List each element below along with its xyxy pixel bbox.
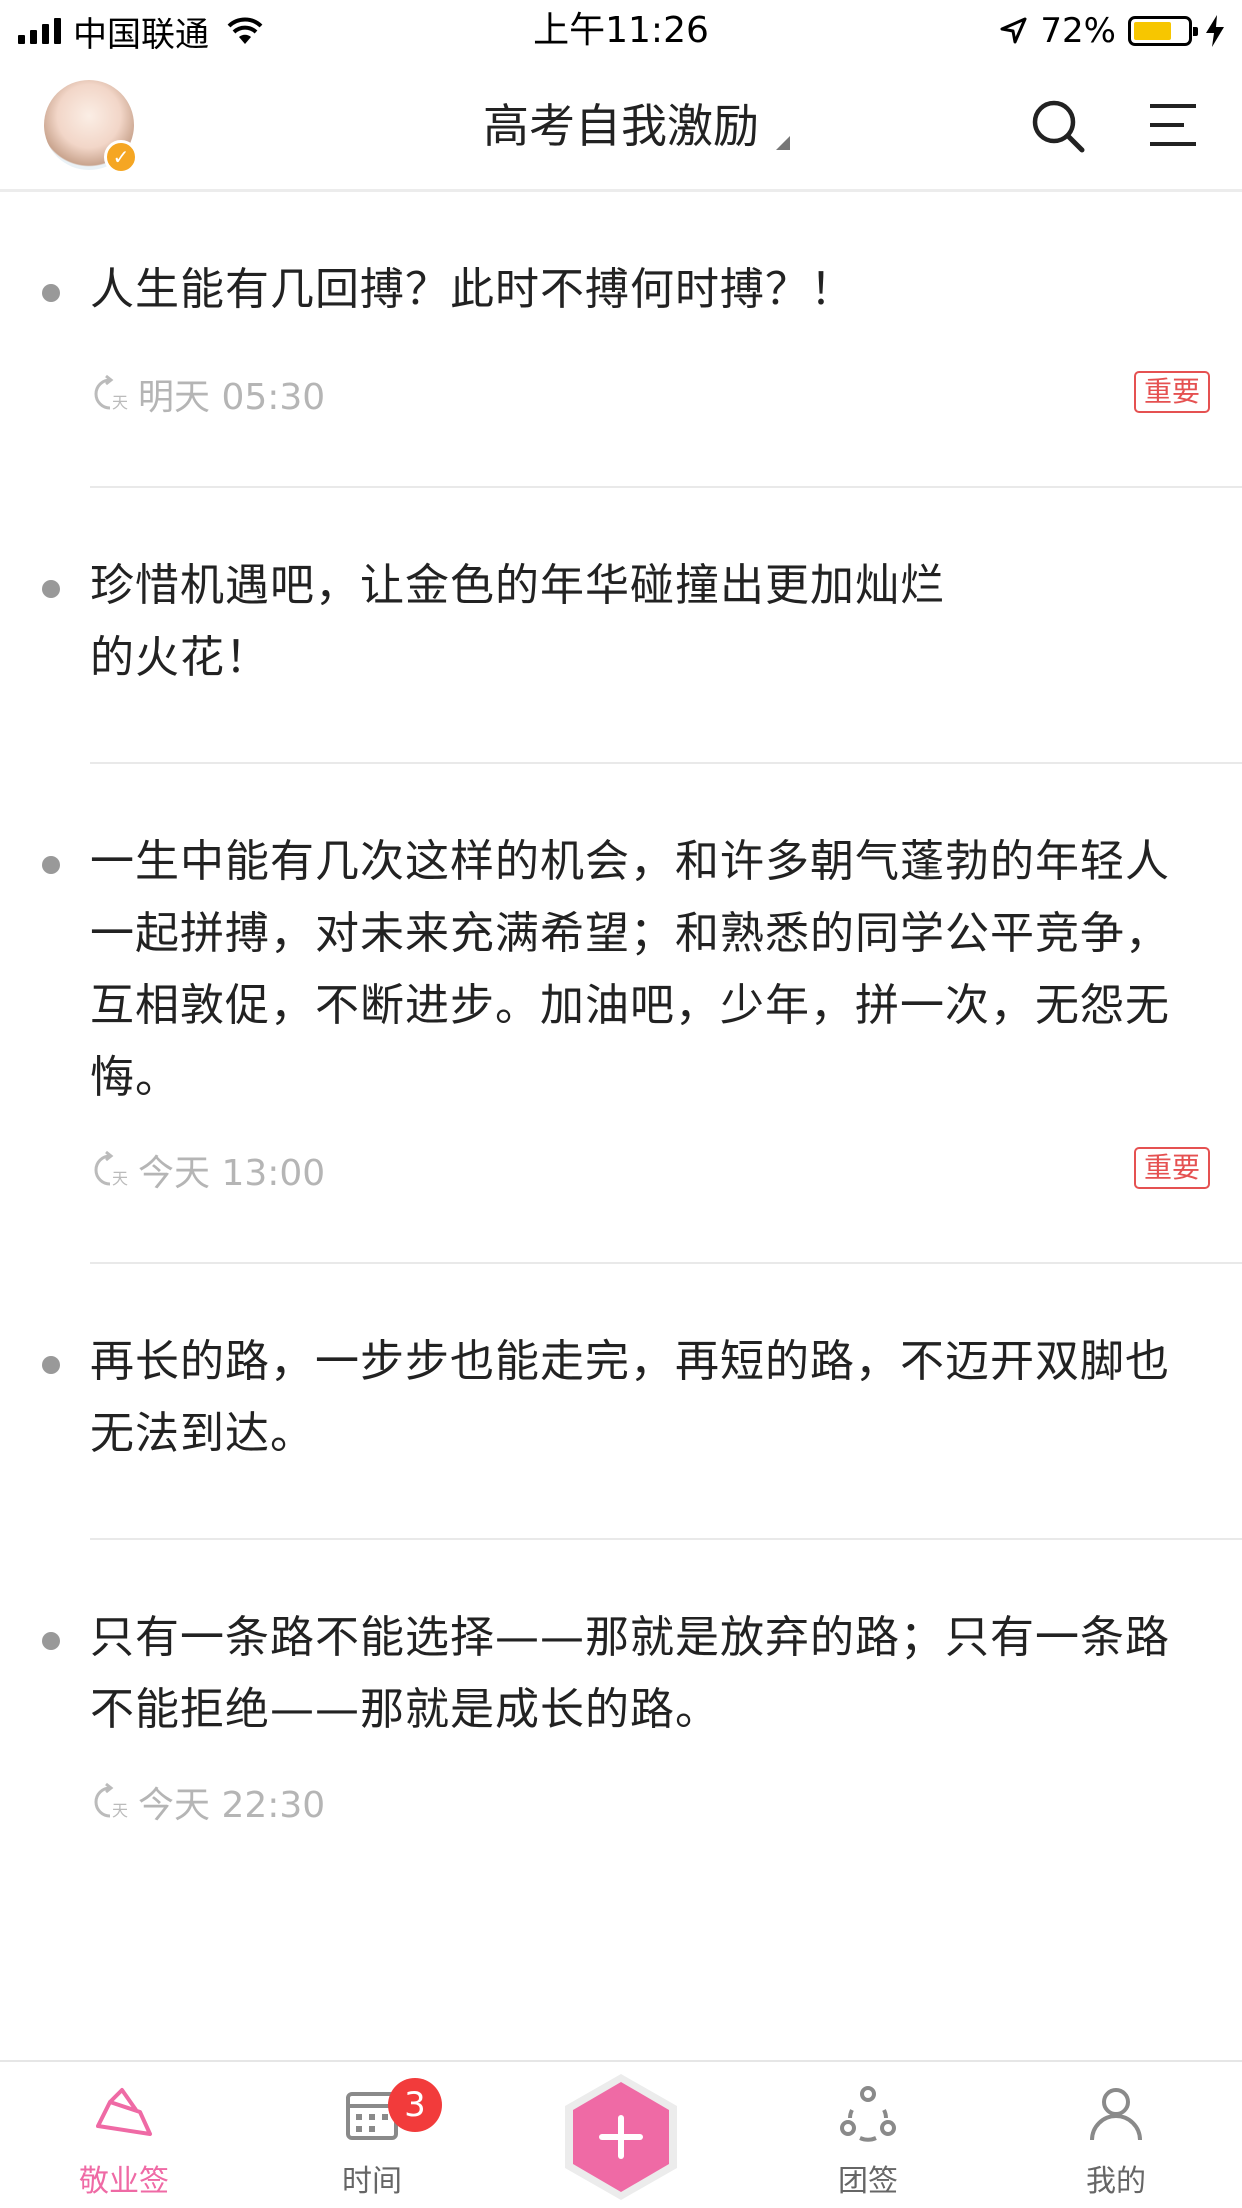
divider <box>90 1262 1242 1264</box>
notification-badge: 3 <box>388 2078 442 2132</box>
reminder-time: 天 明天 05:30 <box>90 372 325 418</box>
note-text: 珍惜机遇吧，让金色的年华碰撞出更加灿烂 的火花！ <box>90 560 945 683</box>
important-tag: 重要 <box>1134 1147 1210 1189</box>
bullet-icon <box>42 284 60 302</box>
divider <box>90 1538 1242 1540</box>
bullet-icon <box>42 580 60 598</box>
reminder-label: 今天 22:30 <box>138 1785 326 1826</box>
tab-label: 团签 <box>838 2164 898 2199</box>
note-text: 一生中能有几次这样的机会，和许多朝气蓬勃的年轻人一起拼搏，对未来充满希望；和熟悉… <box>90 836 1170 1103</box>
battery-percentage: 72% <box>1040 11 1116 51</box>
battery-fill <box>1134 22 1172 40</box>
add-icon[interactable] <box>561 2072 681 2202</box>
tab-label: 敬业签 <box>79 2164 169 2199</box>
search-icon[interactable] <box>1030 98 1086 154</box>
tab-team[interactable]: 团签 <box>788 2082 948 2202</box>
reminder-label: 今天 13:00 <box>138 1153 326 1194</box>
title-dropdown-caret-icon[interactable] <box>776 136 790 150</box>
reminder-time: 天 今天 22:30 <box>90 1780 325 1826</box>
bullet-icon <box>42 1356 60 1374</box>
profile-icon <box>1090 2088 1142 2141</box>
svg-text:天: 天 <box>112 393 128 412</box>
app-header: ✓ 高考自我激励 <box>0 62 1242 192</box>
tab-label: 我的 <box>1086 2164 1146 2199</box>
tab-profile[interactable]: 我的 <box>1036 2082 1196 2202</box>
svg-text:天: 天 <box>112 1801 128 1820</box>
battery-icon <box>1128 16 1198 46</box>
notes-icon <box>96 2088 152 2136</box>
location-arrow-icon <box>1000 17 1027 44</box>
note-text: 只有一条路不能选择——那就是放弃的路；只有一条路不能拒绝——那就是成长的路。 <box>90 1612 1170 1735</box>
repeat-day-icon: 天 <box>94 1782 128 1820</box>
repeat-day-icon: 天 <box>94 1150 128 1188</box>
note-text: 再长的路，一步步也能走完，再短的路，不迈开双脚也无法到达。 <box>90 1336 1170 1459</box>
svg-text:天: 天 <box>112 1169 128 1188</box>
team-icon <box>840 2086 896 2142</box>
reminder-label: 明天 05:30 <box>138 377 326 418</box>
tab-label: 时间 <box>342 2164 402 2199</box>
note-text: 人生能有几回搏？此时不搏何时搏？！ <box>90 264 855 315</box>
status-bar: 中国联通 上午11:26 72% <box>0 0 1242 62</box>
repeat-day-icon: 天 <box>94 374 128 412</box>
divider <box>90 486 1242 488</box>
bottom-tab-bar: 敬业签 时间 3 团签 我的 <box>0 2060 1242 2208</box>
menu-icon[interactable] <box>1148 102 1198 148</box>
bullet-icon <box>42 856 60 874</box>
reminder-time: 天 今天 13:00 <box>90 1148 325 1194</box>
important-tag: 重要 <box>1134 371 1210 413</box>
charging-bolt-icon <box>1206 15 1224 47</box>
status-right: 72% <box>998 8 1226 54</box>
tab-notes[interactable]: 敬业签 <box>44 2082 204 2202</box>
divider <box>90 762 1242 764</box>
tab-time[interactable]: 时间 3 <box>292 2078 452 2202</box>
bullet-icon <box>42 1632 60 1650</box>
